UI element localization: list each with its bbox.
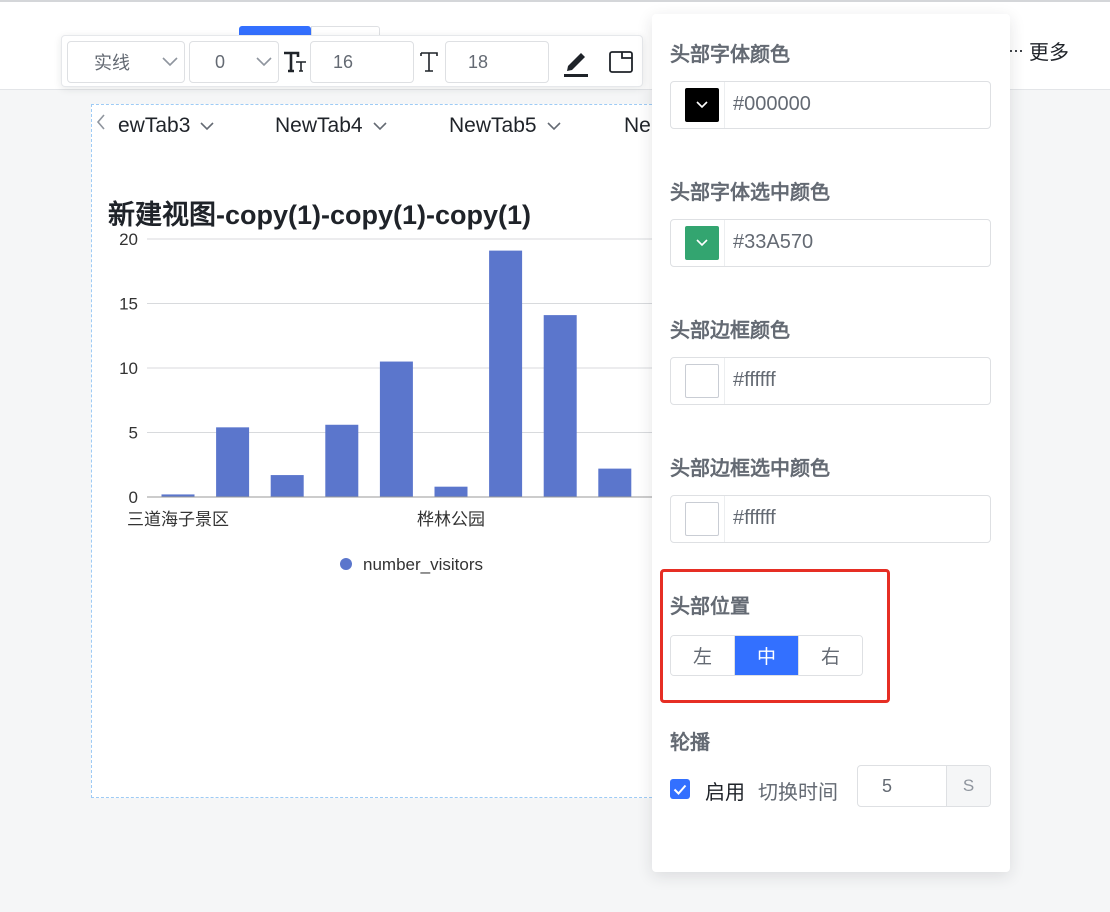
y-tick-label: 10 bbox=[119, 359, 138, 378]
chevron-down-icon bbox=[372, 118, 387, 134]
chevron-down-icon bbox=[250, 54, 278, 70]
pencil-icon[interactable] bbox=[559, 44, 593, 80]
tab-newtab4[interactable]: NewTab4 bbox=[275, 114, 387, 138]
bar bbox=[325, 424, 359, 497]
color-swatch bbox=[684, 502, 719, 536]
color-hex-value: #ffffff bbox=[733, 507, 776, 529]
color-swatch-box bbox=[679, 358, 725, 404]
carousel-enable-label: 启用 bbox=[705, 782, 745, 804]
carousel-interval-input[interactable]: 5 S bbox=[857, 765, 991, 807]
tab-strip: ewTab3 NewTab4 NewTab5 Ne bbox=[92, 105, 656, 149]
header-font-selected-color-picker[interactable]: #33A570 bbox=[670, 219, 991, 267]
style-settings-panel: 头部字体颜色 #000000 头部字体选中颜色 #33A570 头部边框颜色 #… bbox=[652, 14, 1010, 872]
bar bbox=[543, 315, 577, 497]
line-width-select[interactable]: 0 bbox=[189, 41, 279, 83]
color-swatch-box bbox=[679, 220, 725, 266]
color-hex-value: #ffffff bbox=[733, 369, 776, 391]
y-tick-label: 5 bbox=[129, 424, 138, 443]
color-swatch bbox=[684, 88, 719, 122]
header-border-selected-color-label: 头部边框选中颜色 bbox=[670, 458, 830, 480]
style-toolbar: 实线 0 16 18 bbox=[61, 35, 643, 87]
chevron-down-icon bbox=[200, 118, 214, 134]
y-tick-label: 0 bbox=[129, 488, 138, 507]
color-swatch-box bbox=[679, 496, 725, 542]
bar bbox=[216, 427, 250, 497]
bar bbox=[434, 486, 468, 497]
carousel-enable-checkbox[interactable] bbox=[670, 779, 690, 799]
tab-newtab3[interactable]: ewTab3 bbox=[118, 114, 214, 138]
bar bbox=[598, 468, 632, 497]
y-tick-label: 15 bbox=[119, 295, 138, 314]
tab-label: Ne bbox=[624, 114, 651, 137]
color-hex-value: #33A570 bbox=[733, 231, 814, 253]
line-width-value: 0 bbox=[214, 51, 225, 72]
color-swatch-box bbox=[679, 82, 725, 128]
color-swatch bbox=[684, 226, 719, 260]
chevron-down-icon bbox=[546, 118, 561, 134]
more-label: 更多 bbox=[1028, 42, 1069, 64]
position-right-button[interactable]: 右 bbox=[799, 636, 862, 675]
legend-marker bbox=[340, 558, 352, 570]
legend-label: number_visitors bbox=[363, 555, 483, 574]
chevron-left-icon[interactable] bbox=[96, 114, 106, 135]
chevron-down-icon bbox=[156, 54, 184, 70]
tab-label: ewTab3 bbox=[118, 114, 191, 137]
header-font-color-picker[interactable]: #000000 bbox=[670, 81, 991, 129]
position-left-button[interactable]: 左 bbox=[671, 636, 735, 675]
header-border-color-picker[interactable]: #ffffff bbox=[670, 357, 991, 405]
text-font-size-icon bbox=[412, 44, 446, 80]
tab-newtab6[interactable]: Ne bbox=[624, 114, 651, 138]
x-tick-label: 桦林公园 bbox=[417, 510, 485, 529]
x-tick-label: 三道海子景区 bbox=[127, 510, 229, 529]
more-button[interactable]: ··· 更多 bbox=[1008, 36, 1069, 65]
y-tick-label: 20 bbox=[119, 230, 138, 249]
bar-chart: 0 5 10 15 20 三道海子景区 桦林公园 number_visitors bbox=[119, 230, 656, 574]
header-border-color-label: 头部边框颜色 bbox=[670, 320, 790, 342]
bar bbox=[270, 475, 304, 497]
header-position-label: 头部位置 bbox=[670, 596, 750, 618]
tab-component-card[interactable]: ewTab3 NewTab4 NewTab5 Ne 新建视图-copy(1)-c… bbox=[91, 104, 657, 798]
carousel-interval-label: 切换时间 bbox=[758, 782, 838, 804]
interval-value: 5 bbox=[882, 776, 893, 796]
interval-unit: S bbox=[946, 766, 990, 806]
bar bbox=[379, 361, 413, 497]
title-font-size-icon bbox=[278, 44, 312, 80]
line-style-value: 实线 bbox=[94, 53, 130, 73]
carousel-label: 轮播 bbox=[670, 732, 710, 754]
more-dots-icon: ··· bbox=[1008, 40, 1024, 60]
position-center-button[interactable]: 中 bbox=[735, 636, 799, 675]
tab-label: NewTab4 bbox=[275, 114, 363, 137]
bar bbox=[489, 250, 523, 497]
header-font-selected-color-label: 头部字体选中颜色 bbox=[670, 182, 830, 204]
header-font-color-label: 头部字体颜色 bbox=[670, 44, 790, 66]
header-border-selected-color-picker[interactable]: #ffffff bbox=[670, 495, 991, 543]
tab-newtab5[interactable]: NewTab5 bbox=[449, 114, 561, 138]
line-style-select[interactable]: 实线 bbox=[67, 41, 185, 83]
color-hex-value: #000000 bbox=[733, 93, 811, 115]
text-font-size-input[interactable]: 18 bbox=[445, 41, 549, 83]
border-style-icon[interactable] bbox=[604, 44, 638, 80]
title-font-size-input[interactable]: 16 bbox=[310, 41, 414, 83]
color-swatch bbox=[684, 364, 719, 398]
tab-label: NewTab5 bbox=[449, 114, 537, 137]
header-position-segmented: 左 中 右 bbox=[670, 635, 863, 676]
